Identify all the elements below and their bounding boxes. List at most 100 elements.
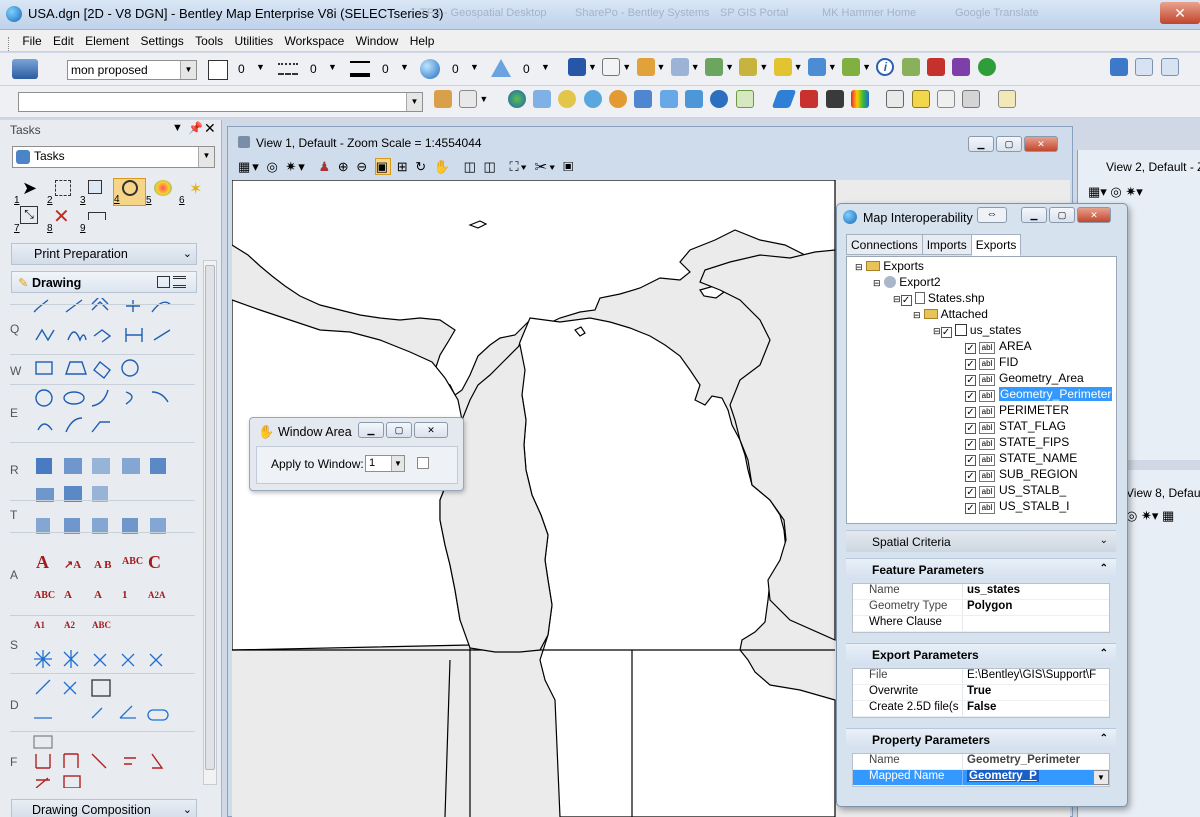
prop-row[interactable]: Create 2.5D file(s False <box>853 701 1109 717</box>
field-us-stalb[interactable]: ✓ abl US_STALB_ <box>965 483 1066 499</box>
display-style-icon[interactable]: ◎ <box>266 159 279 174</box>
close-button[interactable]: ✕ <box>1024 136 1058 152</box>
view-previous-icon[interactable]: ◫ <box>464 159 478 174</box>
select-fence-tool[interactable]: 2 <box>47 178 80 206</box>
dark-block-icon[interactable] <box>825 90 844 108</box>
tree-node-us-states[interactable]: ⊟✓ us_states <box>933 323 1021 339</box>
scrollbar-thumb[interactable] <box>205 265 215 770</box>
box-icon[interactable] <box>1135 58 1154 76</box>
weight-dropdown-icon[interactable]: ▼ <box>400 62 409 72</box>
close-button[interactable]: ✕ <box>414 422 448 438</box>
list-icon[interactable] <box>886 90 905 108</box>
box-open-icon[interactable] <box>1160 58 1179 76</box>
menu-workspace[interactable]: Workspace <box>285 34 345 48</box>
grid-view-icon[interactable] <box>157 276 170 288</box>
geo-icon-9[interactable] <box>735 90 754 108</box>
document-icon[interactable] <box>602 58 621 76</box>
field-geometry-perimeter[interactable]: ✓ abl Geometry_Perimeter <box>965 387 1113 403</box>
color-swatch-icon[interactable] <box>208 60 228 80</box>
pan-view-icon[interactable]: ✋ <box>434 159 452 174</box>
field-perimeter[interactable]: ✓ abl PERIMETER <box>965 403 1069 419</box>
mapped-name-dropdown[interactable]: ▼ <box>1093 770 1109 785</box>
transparency-icon[interactable] <box>420 59 440 79</box>
query-icon[interactable] <box>459 90 478 108</box>
prop-row[interactable]: File E:\Bentley\GIS\Support\F <box>853 669 1109 685</box>
field-state-fips[interactable]: ✓ abl STATE_FIPS <box>965 435 1069 451</box>
line-weight-icon[interactable] <box>350 61 370 77</box>
view-2-toolbar[interactable]: ▦▾ ◎ ✷▾ <box>1088 184 1143 200</box>
resize-tool[interactable]: ⤡ 7 <box>14 206 47 234</box>
close-button[interactable]: ✕ <box>1077 207 1111 223</box>
maximize-button[interactable]: ▢ <box>996 136 1022 152</box>
field-fid[interactable]: ✓ abl FID <box>965 355 1018 371</box>
field-sub-region[interactable]: ✓ abl SUB_REGION <box>965 467 1078 483</box>
red-block-icon[interactable] <box>800 90 819 108</box>
printer-icon[interactable] <box>962 90 981 108</box>
geo-icon-8[interactable] <box>710 90 729 108</box>
pin-icon[interactable]: 📌 <box>188 121 203 135</box>
tasks-dropdown[interactable]: Tasks ▼ <box>12 146 215 168</box>
clip-mask-icon[interactable]: ✂▾ <box>535 159 558 174</box>
geo-icon-2[interactable] <box>558 90 577 108</box>
palette-tool[interactable]: 5 <box>146 178 179 206</box>
property-parameters-section[interactable]: Property Parameters ⌃ <box>846 728 1116 750</box>
app-close-button[interactable]: ✕ <box>1160 2 1200 24</box>
list-view-icon[interactable] <box>173 276 186 288</box>
print-preparation-header[interactable]: Print Preparation ⌄ <box>11 243 197 265</box>
window-area-icon[interactable]: ▣ <box>374 158 392 175</box>
spatial-criteria-section[interactable]: Spatial Criteria ⌄ <box>846 530 1116 552</box>
view-next-icon[interactable]: ◫ <box>484 159 498 174</box>
lights-icon[interactable]: ✷▾ <box>285 159 306 174</box>
prop-row[interactable]: Name Geometry_Perimeter <box>853 754 1109 770</box>
menu-edit[interactable]: Edit <box>53 34 74 48</box>
rotate-view-icon[interactable]: ↻ <box>415 159 428 174</box>
zoom-out-icon[interactable]: ⊖ <box>356 159 369 174</box>
restore-button[interactable]: ▢ <box>386 422 412 438</box>
view-attributes-icon[interactable]: ▦▾ <box>238 159 261 174</box>
priority-dropdown-icon[interactable]: ▼ <box>541 62 550 72</box>
levels-icon[interactable] <box>773 58 792 76</box>
export-parameters-section[interactable]: Export Parameters ⌃ <box>846 643 1116 665</box>
field-state-name[interactable]: ✓ abl STATE_NAME <box>965 451 1077 467</box>
edit-form-icon[interactable] <box>911 90 930 108</box>
camera-icon[interactable]: ▣ <box>563 159 575 174</box>
delete-tool[interactable]: ✕ 8 <box>47 206 80 234</box>
field-area[interactable]: ✓ abl AREA <box>965 339 1032 355</box>
geo-icon-1[interactable] <box>434 90 452 108</box>
info-icon[interactable]: i <box>876 58 895 76</box>
geo-icon-3[interactable] <box>583 90 602 108</box>
globe-icon[interactable] <box>507 90 526 108</box>
grid-icon[interactable] <box>952 58 971 76</box>
menu-help[interactable]: Help <box>410 34 435 48</box>
minimize-button[interactable]: ▁ <box>1021 207 1047 223</box>
priority-icon[interactable] <box>491 59 511 77</box>
color-dropdown-icon[interactable]: ▼ <box>256 62 265 72</box>
prop-row[interactable]: Geometry Type Polygon <box>853 600 1109 616</box>
check-circle-icon[interactable] <box>977 58 996 76</box>
color-table-icon[interactable] <box>851 90 870 108</box>
tab-imports[interactable]: Imports <box>921 234 972 255</box>
tree-node-export2[interactable]: ⊟ Export2 <box>873 275 941 291</box>
apply-window-checkbox[interactable] <box>417 457 429 469</box>
transparency-dropdown-icon[interactable]: ▼ <box>470 62 479 72</box>
zoom-select-tool[interactable]: 4 <box>113 178 146 206</box>
minimize-button[interactable]: ▁ <box>968 136 994 152</box>
zoom-in-icon[interactable]: ⊕ <box>338 159 351 174</box>
reference-icon[interactable] <box>636 58 655 76</box>
drawing-header[interactable]: ✎ Drawing ⌃ <box>11 271 212 293</box>
style-dropdown-icon[interactable]: ▼ <box>328 62 337 72</box>
search-doc-icon[interactable] <box>937 90 956 108</box>
menu-utilities[interactable]: Utilities <box>235 34 274 48</box>
field-geometry-area[interactable]: ✓ abl Geometry_Area <box>965 371 1084 387</box>
measure-tool[interactable]: 3 <box>80 178 113 206</box>
geo-icon-6[interactable] <box>659 90 678 108</box>
geo-icon-4[interactable] <box>608 90 627 108</box>
menu-file[interactable]: File <box>22 34 41 48</box>
cube-icon[interactable] <box>568 58 586 76</box>
layers-icon[interactable] <box>739 58 758 76</box>
level-manager-icon[interactable] <box>12 59 38 79</box>
terrain-icon[interactable] <box>705 58 724 76</box>
feature-parameters-section[interactable]: Feature Parameters ⌃ <box>846 558 1116 580</box>
report-icon[interactable] <box>997 90 1016 108</box>
element-selection-tool[interactable]: ➤ 1 <box>14 178 47 206</box>
